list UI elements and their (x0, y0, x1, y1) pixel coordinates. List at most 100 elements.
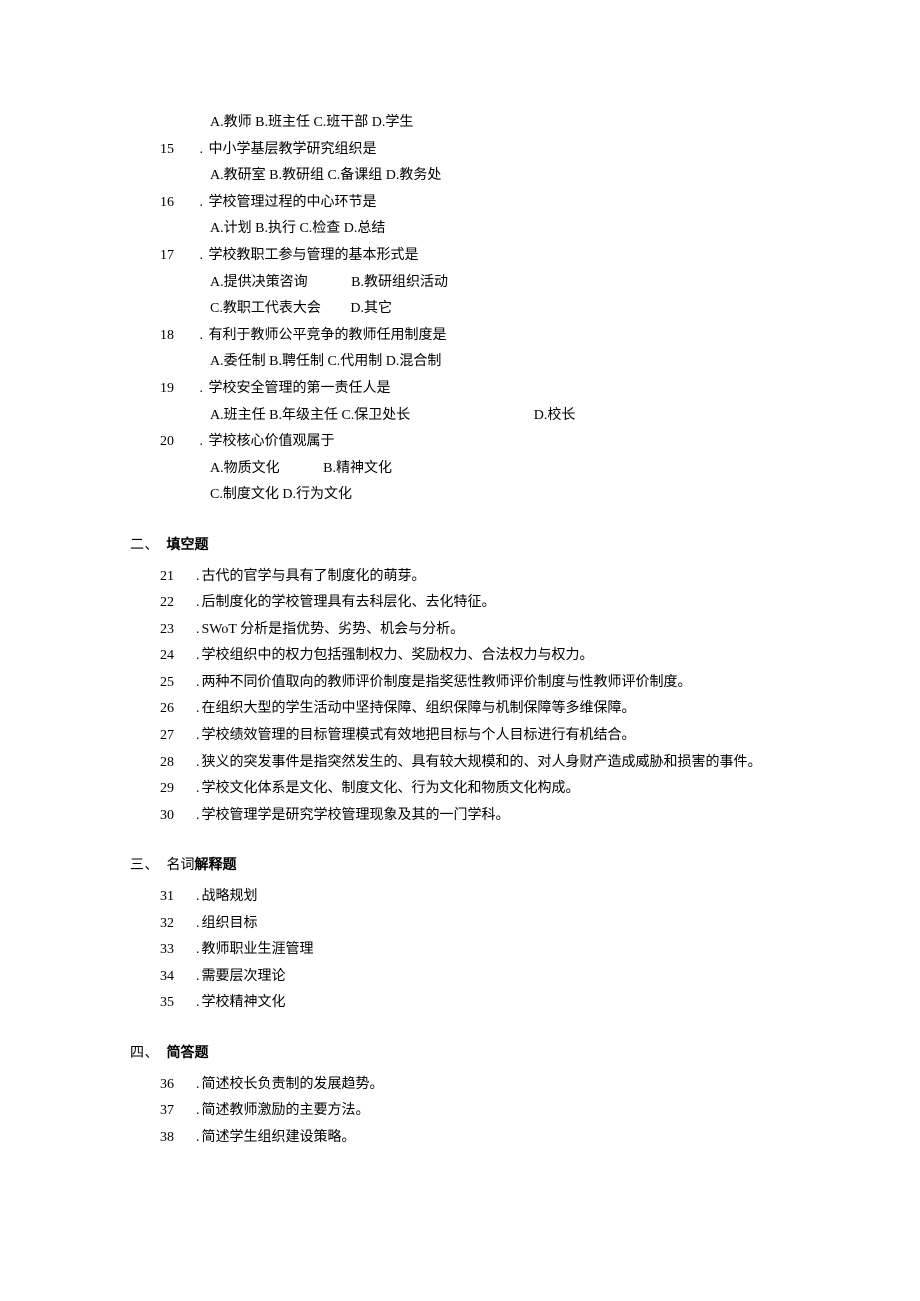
item-number: 22 (160, 590, 184, 617)
option-c: C.教职工代表大会 (210, 296, 321, 323)
item-text: 教师职业生涯管理 (202, 942, 314, 957)
item-text: 学校绩效管理的目标管理模式有效地把目标与个人目标进行有机结合。 (202, 728, 636, 743)
item-number: 34 (160, 964, 184, 991)
question-stem: 学校核心价值观属于 (209, 434, 335, 449)
item-text: 组织目标 (202, 916, 258, 931)
item-text: 古代的官学与具有了制度化的萌芽。 (202, 569, 426, 584)
section-4-heading: 四、 简答题 (130, 1041, 840, 1068)
dot: . (200, 142, 204, 157)
section-3-heading: 三、 名词解释题 (130, 853, 840, 880)
q15: 15 . 中小学基层教学研究组织是 (160, 137, 840, 164)
dot: . (196, 808, 200, 823)
option-b: B.教研组织活动 (351, 270, 448, 297)
item-number: 29 (160, 776, 184, 803)
question-number: 20 (160, 429, 184, 456)
q18: 18 . 有利于教师公平竞争的教师任用制度是 (160, 323, 840, 350)
fill-item: 29.学校文化体系是文化、制度文化、行为文化和物质文化构成。 (160, 776, 840, 803)
item-number: 38 (160, 1125, 184, 1152)
item-text: 简述学生组织建设策略。 (202, 1130, 356, 1145)
item-number: 31 (160, 884, 184, 911)
item-number: 30 (160, 803, 184, 830)
dot: . (196, 781, 200, 796)
q16: 16 . 学校管理过程的中心环节是 (160, 190, 840, 217)
fill-item: 30.学校管理学是研究学校管理现象及其的一门学科。 (160, 803, 840, 830)
short-item: 37.简述教师激励的主要方法。 (160, 1098, 840, 1125)
option-b: B.精神文化 (323, 456, 392, 483)
fill-item: 22.后制度化的学校管理具有去科层化、去化特征。 (160, 590, 840, 617)
section-label: 三、 (130, 858, 159, 873)
item-text: 需要层次理论 (202, 969, 286, 984)
option-d: D.校长 (534, 408, 576, 423)
section-title-bold: 解释题 (195, 858, 237, 873)
short-item: 36.简述校长负责制的发展趋势。 (160, 1072, 840, 1099)
term-item: 31.战略规划 (160, 884, 840, 911)
short-answer-list: 36.简述校长负责制的发展趋势。37.简述教师激励的主要方法。38.简述学生组织… (150, 1072, 840, 1152)
item-text: 战略规划 (202, 889, 258, 904)
dot: . (196, 1130, 200, 1145)
item-number: 26 (160, 696, 184, 723)
q20: 20 . 学校核心价值观属于 (160, 429, 840, 456)
dot: . (196, 648, 200, 663)
question-stem: 学校管理过程的中心环节是 (209, 195, 377, 210)
question-number: 19 (160, 376, 184, 403)
section-title-prefix: 名词 (167, 858, 195, 873)
dot: . (200, 195, 204, 210)
content-area: A.教师 B.班主任 C.班干部 D.学生 15 . 中小学基层教学研究组织是 … (150, 110, 840, 1151)
item-number: 28 (160, 750, 184, 777)
dot: . (196, 916, 200, 931)
fill-item: 21.古代的官学与具有了制度化的萌芽。 (160, 564, 840, 591)
q20-options-row2: C.制度文化 D.行为文化 (210, 482, 840, 509)
option-a: A.提供决策咨询 (210, 270, 308, 297)
item-text: 学校文化体系是文化、制度文化、行为文化和物质文化构成。 (202, 781, 580, 796)
term-item: 35.学校精神文化 (160, 990, 840, 1017)
dot: . (196, 675, 200, 690)
item-text: 狭义的突发事件是指突然发生的、具有较大规模和的、对人身财产造成威胁和损害的事件。 (202, 755, 762, 770)
q20-options-row1: A.物质文化 B.精神文化 (210, 456, 840, 483)
item-text: 学校组织中的权力包括强制权力、奖励权力、合法权力与权力。 (202, 648, 594, 663)
section-title: 填空题 (167, 538, 209, 553)
fill-item: 27.学校绩效管理的目标管理模式有效地把目标与个人目标进行有机结合。 (160, 723, 840, 750)
section-label: 二、 (130, 538, 159, 553)
dot: . (196, 569, 200, 584)
dot: . (200, 434, 204, 449)
dot: . (196, 755, 200, 770)
section-title: 简答题 (167, 1046, 209, 1061)
section-label: 四、 (130, 1046, 159, 1061)
term-item: 32.组织目标 (160, 911, 840, 938)
q17-options-row2: C.教职工代表大会 D.其它 (210, 296, 840, 323)
short-item: 38.简述学生组织建设策略。 (160, 1125, 840, 1152)
dot: . (196, 701, 200, 716)
dot: . (196, 942, 200, 957)
q19: 19 . 学校安全管理的第一责任人是 (160, 376, 840, 403)
q15-options: A.教研室 B.教研组 C.备课组 D.教务处 (210, 163, 840, 190)
item-number: 37 (160, 1098, 184, 1125)
q17: 17 . 学校教职工参与管理的基本形式是 (160, 243, 840, 270)
option-a: A.物质文化 (210, 456, 280, 483)
item-text: SWoT 分析是指优势、劣势、机会与分析。 (202, 622, 465, 637)
dot: . (196, 595, 200, 610)
dot: . (200, 328, 204, 343)
option-abc: A.班主任 B.年级主任 C.保卫处长 (210, 408, 410, 423)
dot: . (200, 248, 204, 263)
fill-item: 24.学校组织中的权力包括强制权力、奖励权力、合法权力与权力。 (160, 643, 840, 670)
item-number: 25 (160, 670, 184, 697)
fill-blank-list: 21.古代的官学与具有了制度化的萌芽。22.后制度化的学校管理具有去科层化、去化… (150, 564, 840, 830)
question-stem: 中小学基层教学研究组织是 (209, 142, 377, 157)
terms-list: 31.战略规划32.组织目标33.教师职业生涯管理34.需要层次理论35.学校精… (150, 884, 840, 1017)
q17-options-row1: A.提供决策咨询 B.教研组织活动 (210, 270, 840, 297)
item-text: 两种不同价值取向的教师评价制度是指奖惩性教师评价制度与性教师评价制度。 (202, 675, 692, 690)
item-number: 23 (160, 617, 184, 644)
item-number: 33 (160, 937, 184, 964)
item-text: 后制度化的学校管理具有去科层化、去化特征。 (202, 595, 496, 610)
q16-options: A.计划 B.执行 C.检查 D.总结 (210, 216, 840, 243)
dot: . (196, 969, 200, 984)
item-number: 36 (160, 1072, 184, 1099)
question-number: 16 (160, 190, 184, 217)
dot: . (196, 1077, 200, 1092)
question-stem: 学校教职工参与管理的基本形式是 (209, 248, 419, 263)
q14-options: A.教师 B.班主任 C.班干部 D.学生 (210, 110, 840, 137)
question-number: 18 (160, 323, 184, 350)
item-number: 32 (160, 911, 184, 938)
item-text: 简述校长负责制的发展趋势。 (202, 1077, 384, 1092)
dot: . (196, 622, 200, 637)
